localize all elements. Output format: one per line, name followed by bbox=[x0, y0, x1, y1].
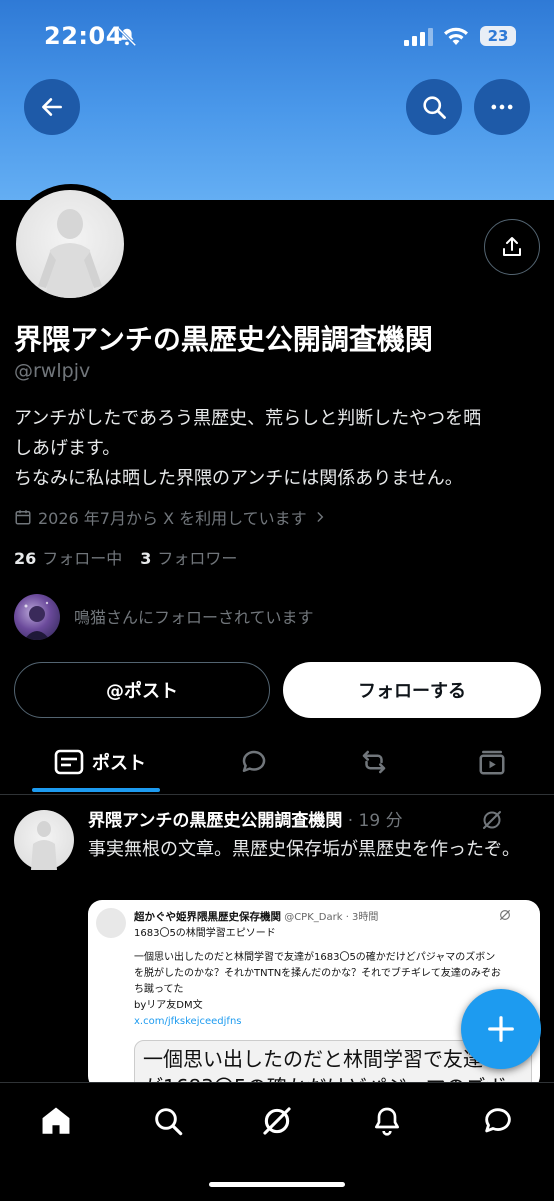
calendar-icon bbox=[15, 510, 31, 525]
share-button[interactable] bbox=[484, 219, 540, 275]
joined-date[interactable]: 2026 年7月から X を利用しています bbox=[14, 505, 327, 529]
embed-line: 一個思い出したのだと林間学習で友達が1683〇5の確かだけどパジャマのズボン bbox=[134, 952, 496, 963]
embed-line: を脱がしたのかな？それかTNTNを揉んだのかな？それでブチギレて友達のみぞお bbox=[134, 968, 501, 979]
active-tab-indicator bbox=[32, 788, 160, 792]
more-options-button[interactable] bbox=[474, 79, 530, 135]
joined-text: 2026 年7月から X を利用しています bbox=[38, 509, 307, 528]
profile-name: 界隈アンチの黒歴史公開調査機関 bbox=[14, 323, 433, 356]
share-icon bbox=[503, 237, 521, 256]
tab-posts-label: ポスト bbox=[92, 753, 146, 774]
profile-handle: @rwlpjv bbox=[14, 360, 91, 382]
following-link[interactable]: 26 フォロー中 bbox=[14, 545, 122, 569]
tweet-time: · 19 分 bbox=[342, 811, 403, 831]
arrow-left-icon bbox=[42, 98, 62, 116]
tab-posts[interactable]: ポスト bbox=[30, 730, 170, 794]
embed-line: 1683〇5の林間学習エピソード bbox=[134, 928, 276, 939]
followers-link[interactable]: 3 フォロワー bbox=[140, 545, 237, 569]
tweet-text: 事実無根の文章。黒歴史保存垢が黒歴史を作ったぞ。 bbox=[88, 839, 520, 860]
bio-line: アンチがしたであろう黒歴史、荒らしと判断したやつを晒 bbox=[14, 408, 482, 429]
search-icon bbox=[423, 96, 446, 119]
chevron-right-icon bbox=[317, 512, 323, 522]
embed-line bbox=[134, 942, 532, 950]
home-icon bbox=[42, 1107, 70, 1134]
bio-line: ちなみに私は晒した界隈のアンチには関係ありません。 bbox=[14, 468, 463, 489]
status-time: 22:04 bbox=[44, 22, 123, 50]
profile-bio: アンチがしたであろう黒歴史、荒らしと判断したやつを晒 しあげます。 ちなみに私は… bbox=[14, 404, 544, 494]
nav-grok[interactable] bbox=[257, 1101, 297, 1141]
followers-label: フォロワー bbox=[157, 549, 238, 568]
embed-avatar bbox=[96, 908, 126, 938]
compose-button[interactable] bbox=[461, 989, 541, 1069]
follower-avatar[interactable] bbox=[14, 594, 60, 640]
follow-button[interactable]: フォローする bbox=[283, 662, 541, 718]
nav-messages[interactable] bbox=[478, 1101, 518, 1141]
bio-line: しあげます。 bbox=[14, 438, 121, 459]
tabs-divider bbox=[0, 794, 554, 795]
back-button[interactable] bbox=[24, 79, 80, 135]
embed-handle: @CPK_Dark bbox=[284, 912, 343, 923]
home-indicator bbox=[209, 1182, 345, 1187]
posts-icon bbox=[54, 749, 84, 775]
reply-bubble-icon bbox=[242, 750, 266, 772]
embed-author-name: 超かぐや姫界隈黒歴史保存機関 bbox=[134, 911, 281, 923]
tweet-avatar-figure-image bbox=[31, 821, 57, 870]
tab-reposts[interactable] bbox=[334, 730, 414, 794]
search-icon bbox=[155, 1108, 183, 1136]
embed-header: 超かぐや姫界隈黒歴史保存機関 @CPK_Dark · 3時間 bbox=[134, 908, 378, 924]
avatar-figure-image bbox=[38, 209, 102, 298]
tab-replies[interactable] bbox=[214, 730, 294, 794]
tweet-author-name[interactable]: 界隈アンチの黒歴史公開調査機関 bbox=[88, 811, 342, 831]
status-bar: 22:04 23 bbox=[0, 0, 554, 72]
nav-notifications[interactable] bbox=[367, 1101, 407, 1141]
search-button[interactable] bbox=[406, 79, 462, 135]
followed-by-text: 鳴猫さんにフォローされています bbox=[74, 608, 314, 627]
more-horizontal-icon bbox=[491, 104, 513, 110]
plus-icon bbox=[488, 1016, 514, 1042]
following-label: フォロー中 bbox=[42, 549, 123, 568]
follower-avatar-image bbox=[24, 601, 50, 640]
embed-grok-icon bbox=[499, 909, 511, 921]
embed-line: ち蹴ってた bbox=[134, 984, 184, 995]
grok-icon bbox=[263, 1107, 291, 1135]
follow-stats: 26 フォロー中 3 フォロワー bbox=[14, 545, 237, 569]
followers-count: 3 bbox=[140, 549, 152, 568]
profile-avatar[interactable] bbox=[16, 190, 124, 298]
message-bubble-icon bbox=[485, 1108, 511, 1133]
media-play-icon bbox=[479, 750, 505, 775]
battery-indicator: 23 bbox=[480, 26, 516, 46]
nav-home[interactable] bbox=[36, 1101, 76, 1141]
tweet-author-avatar[interactable] bbox=[14, 810, 74, 870]
repost-icon bbox=[362, 750, 386, 774]
grok-icon[interactable] bbox=[480, 808, 504, 832]
bell-icon bbox=[375, 1107, 399, 1136]
following-count: 26 bbox=[14, 549, 37, 568]
embed-time: · 3時間 bbox=[345, 912, 379, 923]
tab-media[interactable] bbox=[452, 730, 532, 794]
bell-off-icon bbox=[117, 27, 137, 47]
profile-tabs: ポスト bbox=[0, 730, 554, 794]
nav-search[interactable] bbox=[148, 1101, 188, 1141]
wifi-icon bbox=[444, 27, 468, 45]
cellular-signal-icon bbox=[404, 28, 433, 46]
mention-post-button[interactable]: @ポスト bbox=[14, 662, 270, 718]
tweet-header: 界隈アンチの黒歴史公開調査機関 · 19 分 bbox=[88, 806, 403, 831]
tweet-embedded-image[interactable]: 超かぐや姫界隈黒歴史保存機関 @CPK_Dark · 3時間 1683〇5の林間… bbox=[88, 900, 540, 1090]
